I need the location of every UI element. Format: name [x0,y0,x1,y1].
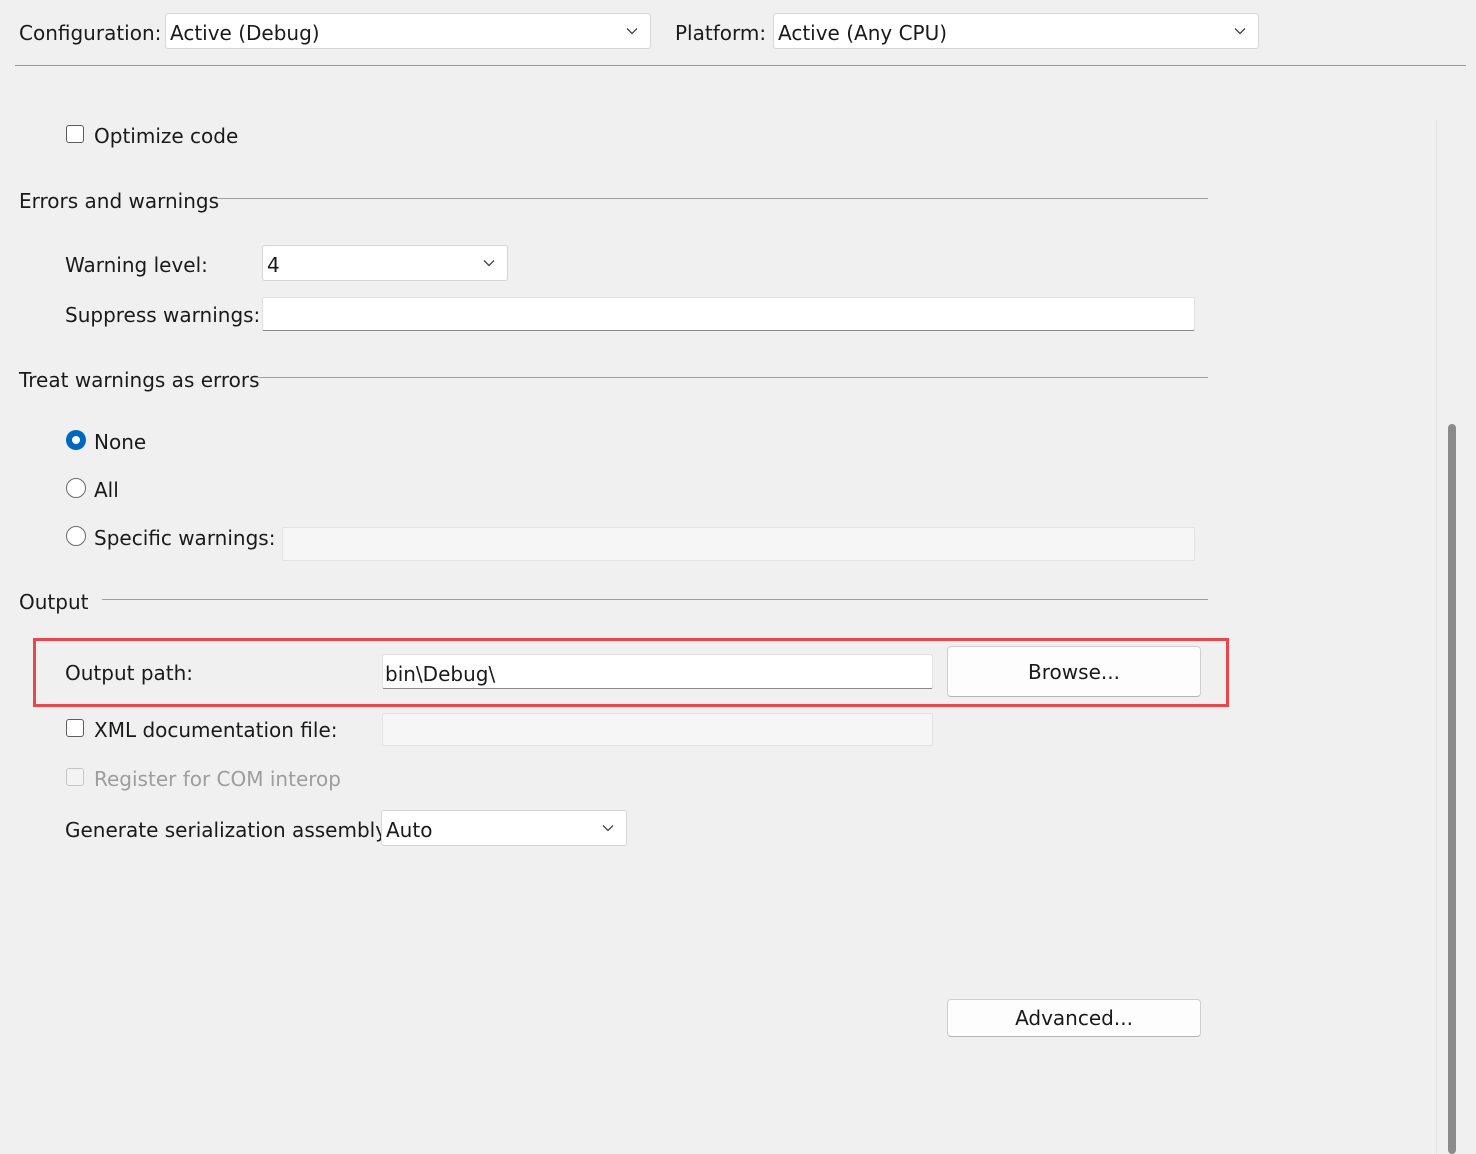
com-interop-checkbox[interactable] [66,768,84,786]
section-divider [255,377,1208,378]
platform-value: Active (Any CPU) [778,21,948,45]
xml-doc-label: XML documentation file: [94,718,338,742]
chevron-down-icon [483,260,495,267]
serialization-label: Generate serialization assembly: [65,818,393,842]
optimize-code-checkbox[interactable] [66,125,84,143]
chevron-down-icon [602,825,614,832]
configuration-label: Configuration: [19,21,162,45]
chevron-down-icon [626,28,638,35]
warning-level-value: 4 [267,253,280,277]
section-divider [102,599,1208,600]
warning-level-label: Warning level: [65,253,208,277]
radio-all-label: All [94,478,119,502]
output-heading: Output [19,590,89,614]
scrollbar-track[interactable] [1436,120,1437,1154]
output-path-input[interactable]: bin\Debug\ [382,654,933,689]
radio-none-label: None [94,430,147,454]
serialization-dropdown[interactable]: Auto [381,810,627,846]
errors-and-warnings-heading: Errors and warnings [19,189,220,213]
platform-dropdown[interactable]: Active (Any CPU) [773,13,1259,49]
output-path-value: bin\Debug\ [385,662,496,686]
serialization-value: Auto [386,818,433,842]
radio-all[interactable] [66,478,86,498]
section-divider [218,198,1208,199]
xml-doc-input[interactable] [382,713,933,746]
output-path-label: Output path: [65,661,194,685]
platform-label: Platform: [675,21,767,45]
chevron-down-icon [1234,28,1246,35]
advanced-button[interactable]: Advanced... [947,999,1201,1037]
scrollbar-thumb[interactable] [1448,424,1456,1154]
treat-warnings-heading: Treat warnings as errors [19,368,260,392]
suppress-warnings-input[interactable] [262,297,1195,331]
advanced-button-label: Advanced... [1015,1006,1133,1030]
radio-specific-warnings[interactable] [66,526,86,546]
specific-warnings-input[interactable] [282,527,1195,561]
optimize-code-label: Optimize code [94,124,239,148]
browse-button[interactable]: Browse... [947,646,1201,697]
suppress-warnings-label: Suppress warnings: [65,303,261,327]
radio-specific-warnings-label: Specific warnings: [94,526,276,550]
header-divider [15,65,1466,66]
configuration-value: Active (Debug) [170,21,320,45]
xml-doc-checkbox[interactable] [66,719,84,737]
com-interop-label: Register for COM interop [94,767,341,791]
radio-none[interactable] [66,430,86,450]
configuration-dropdown[interactable]: Active (Debug) [165,13,651,49]
warning-level-dropdown[interactable]: 4 [262,245,508,281]
browse-button-label: Browse... [1028,659,1120,684]
